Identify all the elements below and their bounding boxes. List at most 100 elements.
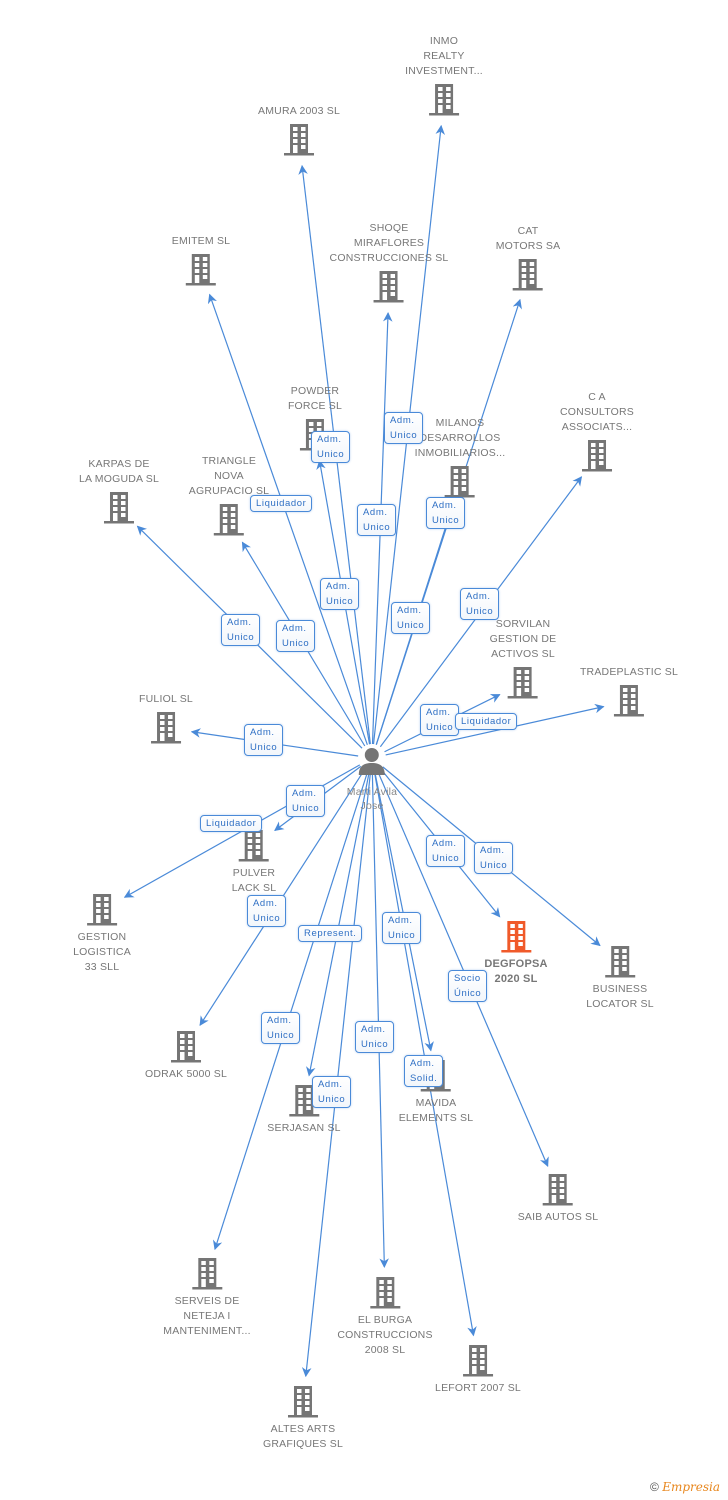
- role-label-line: Adm.: [397, 605, 422, 616]
- company-name[interactable]: ODRAK 5000 SL: [145, 1067, 227, 1082]
- role-label[interactable]: Adm. Unico: [355, 1021, 395, 1053]
- role-label-line: Unico: [282, 638, 310, 649]
- company-node-serveis[interactable]: SERVEIS DE NETEJA I MANTENIMENT...: [163, 1257, 250, 1339]
- company-node-pulver[interactable]: PULVER LACK SL: [232, 829, 277, 896]
- company-name[interactable]: SERJASAN SL: [267, 1121, 340, 1136]
- company-name[interactable]: GESTION LOGISTICA 33 SLL: [73, 930, 131, 975]
- role-label[interactable]: Adm. Solid.: [404, 1055, 444, 1087]
- company-name[interactable]: ALTES ARTS GRAFIQUES SL: [263, 1422, 343, 1452]
- company-node-degfopsa[interactable]: DEGFOPSA 2020 SL: [484, 920, 547, 987]
- role-label[interactable]: Adm. Unico: [426, 497, 466, 529]
- role-label[interactable]: Adm. Unico: [391, 602, 431, 634]
- company-node-saib[interactable]: SAIB AUTOS SL: [518, 1173, 599, 1225]
- company-node-inmo[interactable]: INMO REALTY INVESTMENT...: [405, 34, 483, 117]
- company-node-shoqe[interactable]: SHOQE MIRAFLORES CONSTRUCCIONES SL: [330, 221, 449, 304]
- role-label[interactable]: Adm. Unico: [312, 1076, 352, 1108]
- role-label-line: Liquidador: [206, 818, 257, 829]
- company-node-emitem[interactable]: EMITEM SL: [172, 234, 230, 287]
- company-name[interactable]: TRIANGLE NOVA AGRUPACIO SL: [189, 454, 269, 499]
- role-label-line: Unico: [432, 515, 460, 526]
- company-name[interactable]: SHOQE MIRAFLORES CONSTRUCCIONES SL: [330, 221, 449, 266]
- company-name[interactable]: EL BURGA CONSTRUCCIONS 2008 SL: [337, 1313, 432, 1358]
- role-label[interactable]: Adm. Unico: [261, 1012, 301, 1044]
- company-name[interactable]: AMURA 2003 SL: [258, 104, 340, 119]
- empresia-logo[interactable]: Empresia: [662, 1480, 720, 1494]
- role-label[interactable]: Adm. Unico: [426, 835, 466, 867]
- company-node-tradeplastic[interactable]: TRADEPLASTIC SL: [580, 665, 678, 718]
- role-label-line: Unico: [292, 803, 320, 814]
- company-node-gestion[interactable]: GESTION LOGISTICA 33 SLL: [73, 893, 131, 975]
- center-person-node[interactable]: Marti Avila Jose: [347, 746, 397, 813]
- company-name[interactable]: FULIOL SL: [139, 692, 193, 707]
- company-name-line: EMITEM SL: [171, 235, 231, 247]
- building-icon: [373, 271, 404, 303]
- company-node-fuliol[interactable]: FULIOL SL: [139, 692, 193, 745]
- company-name[interactable]: PULVER LACK SL: [232, 866, 277, 896]
- company-name[interactable]: BUSINESS LOCATOR SL: [586, 982, 654, 1012]
- company-node-elburga[interactable]: EL BURGA CONSTRUCCIONS 2008 SL: [337, 1276, 432, 1358]
- company-name[interactable]: EMITEM SL: [172, 234, 230, 249]
- company-name-line: SERJASAN SL: [267, 1122, 341, 1134]
- building-icon: [151, 712, 181, 744]
- company-name[interactable]: SORVILAN GESTION DE ACTIVOS SL: [490, 617, 557, 662]
- company-name[interactable]: LEFORT 2007 SL: [435, 1381, 521, 1396]
- role-label-line: Adm.: [317, 434, 342, 445]
- company-name[interactable]: KARPAS DE LA MOGUDA SL: [79, 457, 159, 487]
- company-node-lefort[interactable]: LEFORT 2007 SL: [435, 1344, 521, 1396]
- role-label[interactable]: Adm. Unico: [382, 912, 422, 944]
- building-icon: [87, 894, 117, 926]
- company-name-line: DEGFOPSA: [484, 958, 548, 970]
- company-name-line: LOGISTICA: [73, 946, 131, 958]
- role-label[interactable]: Adm. Unico: [286, 785, 326, 817]
- company-name[interactable]: CAT MOTORS SA: [496, 224, 561, 254]
- role-label-line: Adm.: [361, 1024, 386, 1035]
- company-node-altes[interactable]: ALTES ARTS GRAFIQUES SL: [263, 1385, 343, 1452]
- company-node-ca[interactable]: C A CONSULTORS ASSOCIATS...: [560, 390, 634, 473]
- role-label-line: Unico: [317, 449, 345, 460]
- role-label[interactable]: Liquidador: [200, 815, 263, 832]
- company-node-milanos[interactable]: MILANOS DESARROLLOS INMOBILIARIOS...: [415, 416, 506, 499]
- role-label[interactable]: Adm. Unico: [247, 895, 287, 927]
- role-label[interactable]: Adm. Unico: [276, 620, 316, 652]
- role-label[interactable]: Adm. Unico: [357, 504, 397, 536]
- building-icon: [214, 504, 244, 536]
- role-label[interactable]: Adm. Unico: [474, 842, 514, 874]
- role-label[interactable]: Liquidador: [455, 713, 518, 730]
- company-name[interactable]: SERVEIS DE NETEJA I MANTENIMENT...: [163, 1294, 250, 1339]
- company-node-odrak[interactable]: ODRAK 5000 SL: [145, 1030, 227, 1082]
- company-name-line: ODRAK 5000 SL: [145, 1068, 227, 1080]
- company-name[interactable]: POWDER FORCE SL: [288, 384, 342, 414]
- role-label-line: Adm.: [267, 1015, 292, 1026]
- company-name-line: MANTENIMENT...: [163, 1325, 251, 1337]
- role-label-line: Adm.: [432, 838, 457, 849]
- role-label[interactable]: Represent.: [298, 925, 363, 942]
- role-label[interactable]: Adm. Unico: [384, 412, 424, 444]
- company-name[interactable]: SAIB AUTOS SL: [518, 1210, 599, 1225]
- company-name[interactable]: MAVIDA ELEMENTS SL: [399, 1096, 474, 1126]
- company-node-business[interactable]: BUSINESS LOCATOR SL: [586, 945, 654, 1012]
- company-name-line: BUSINESS: [592, 983, 648, 995]
- role-label-line: Unico: [390, 430, 418, 441]
- role-label[interactable]: Adm. Unico: [420, 704, 460, 736]
- company-name[interactable]: TRADEPLASTIC SL: [580, 665, 678, 680]
- company-node-cat[interactable]: CAT MOTORS SA: [496, 224, 561, 292]
- company-name[interactable]: MILANOS DESARROLLOS INMOBILIARIOS...: [415, 416, 506, 461]
- role-label[interactable]: Adm. Unico: [460, 588, 500, 620]
- role-label-line: Unico: [466, 606, 494, 617]
- building-icon: [369, 1277, 400, 1309]
- company-name[interactable]: INMO REALTY INVESTMENT...: [405, 34, 483, 79]
- company-node-karpas[interactable]: KARPAS DE LA MOGUDA SL: [79, 457, 159, 525]
- role-label-line: Unico: [397, 620, 425, 631]
- role-label[interactable]: Adm. Unico: [221, 614, 261, 646]
- company-name[interactable]: C A CONSULTORS ASSOCIATS...: [560, 390, 634, 435]
- company-node-sorvilan[interactable]: SORVILAN GESTION DE ACTIVOS SL: [490, 617, 557, 700]
- role-label[interactable]: Adm. Unico: [311, 431, 351, 463]
- role-label[interactable]: Adm. Unico: [320, 578, 360, 610]
- role-label[interactable]: Socio Único: [448, 970, 488, 1002]
- role-label[interactable]: Liquidador: [250, 495, 313, 512]
- role-label-line: Adm.: [426, 707, 451, 718]
- company-name[interactable]: DEGFOPSA 2020 SL: [484, 957, 547, 987]
- role-label[interactable]: Adm. Unico: [244, 724, 284, 756]
- role-label-line: Unico: [267, 1030, 295, 1041]
- company-node-amura[interactable]: AMURA 2003 SL: [258, 104, 340, 157]
